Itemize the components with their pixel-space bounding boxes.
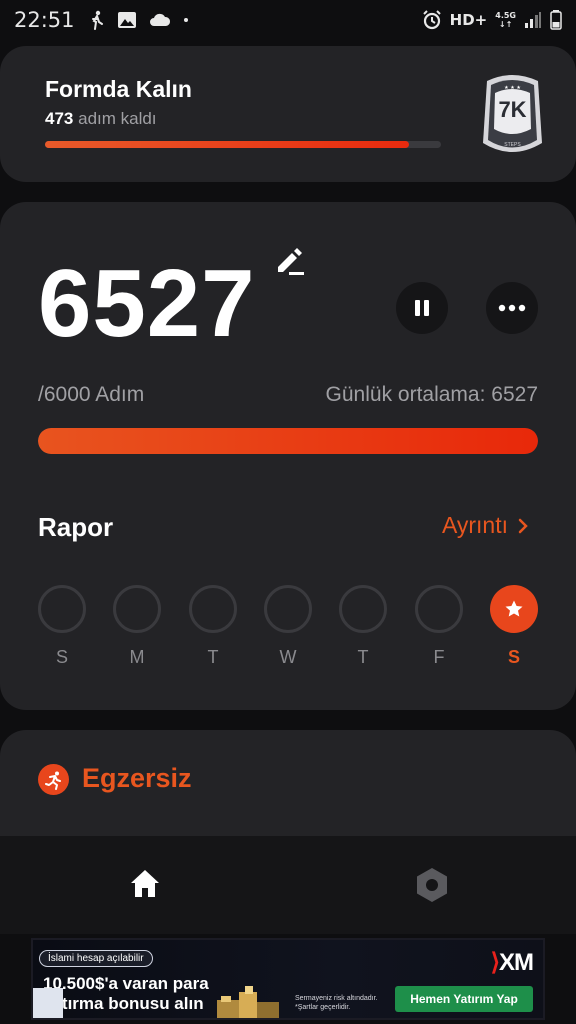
bottom-nav — [0, 836, 576, 934]
battery-icon — [550, 10, 562, 30]
day-label: T — [207, 647, 219, 667]
dot-icon — [183, 18, 188, 22]
status-bar: 22:51 HD+ 4.5G ↓↑ — [0, 0, 576, 40]
ad-headline-line1: 10.500$'a varan para — [43, 974, 209, 993]
day-label: S — [55, 647, 68, 667]
network-type: 4.5G ↓↑ — [495, 11, 516, 29]
cloud-icon — [149, 13, 170, 26]
day-circle[interactable] — [415, 585, 463, 633]
goal-card[interactable]: Formda Kalın 473 adım kaldı ★ ★ ★ 7K STE… — [0, 46, 576, 182]
image-icon — [117, 12, 136, 28]
goal-title: Formda Kalın — [45, 76, 192, 102]
day-label: T — [357, 647, 369, 667]
report-title: Rapor — [38, 512, 114, 542]
day-circle[interactable] — [490, 585, 538, 633]
edit-icon[interactable] — [275, 246, 307, 276]
pause-icon — [415, 300, 429, 316]
settings-icon[interactable] — [413, 866, 451, 904]
day-circle[interactable] — [113, 585, 161, 633]
steps-badge[interactable]: ★ ★ ★ 7K STEPS — [481, 71, 544, 157]
day-label: W — [279, 647, 297, 667]
ad-cta-button[interactable]: Hemen Yatırım Yap — [395, 986, 533, 1012]
day-label: F — [433, 647, 445, 667]
ad-close-corner[interactable] — [33, 988, 63, 1018]
pause-button[interactable] — [396, 282, 448, 334]
report-details-label: Ayrıntı — [441, 512, 508, 538]
goal-remaining-label: adım kaldı — [78, 109, 157, 128]
day-label: S — [507, 647, 520, 667]
report-details-link[interactable]: Ayrıntı — [442, 512, 528, 539]
day-label: M — [129, 647, 145, 667]
walk-icon — [91, 10, 103, 30]
status-time: 22:51 — [14, 8, 75, 32]
ad-headline: 10.500$'a varan para yatırma bonusu alın — [43, 974, 209, 1014]
day-circle[interactable] — [264, 585, 312, 633]
ad-banner[interactable]: İslami hesap açılabilir 10.500$'a varan … — [31, 938, 545, 1020]
chevron-right-icon — [518, 518, 528, 533]
network-label: HD+ — [449, 11, 488, 29]
steps-progress-fill — [38, 428, 538, 454]
day-circle[interactable] — [189, 585, 237, 633]
step-count: 6527 — [38, 250, 256, 357]
steps-card: 6527 /6000 Adım Günlük ortalama: 6527 Ra… — [0, 202, 576, 710]
goal-remaining: 473 adım kaldı — [45, 109, 157, 129]
steps-progress-track — [38, 428, 538, 454]
more-button[interactable] — [486, 282, 538, 334]
ad-headline-line2: yatırma bonusu alın — [43, 994, 204, 1013]
run-icon — [38, 764, 69, 795]
badge-sub: STEPS — [504, 142, 521, 148]
ad-disclaimer: Sermayeniz risk altındadır. *Şartlar geç… — [295, 995, 378, 1011]
day-circle[interactable] — [38, 585, 86, 633]
step-target: /6000 Adım — [38, 383, 145, 406]
goal-remaining-value: 473 — [45, 109, 74, 128]
star-icon — [505, 600, 523, 617]
badge-text: 7K — [498, 97, 526, 122]
exercise-title: Egzersiz — [82, 763, 192, 793]
daily-average: Günlük ortalama: 6527 — [325, 383, 538, 406]
badge-icon: ★ ★ ★ 7K STEPS — [483, 75, 542, 152]
home-icon[interactable] — [127, 866, 163, 902]
goal-progress-track — [45, 141, 441, 148]
ad-pill: İslami hesap açılabilir — [39, 950, 153, 967]
more-icon — [498, 304, 526, 312]
alarm-icon — [422, 10, 441, 30]
badge-stars: ★ ★ ★ — [504, 85, 521, 91]
goal-progress-fill — [45, 141, 410, 148]
signal-icon — [525, 12, 541, 28]
gold-bars-image — [217, 986, 279, 1018]
day-circle[interactable] — [339, 585, 387, 633]
ad-logo: ⟩XM — [490, 949, 534, 976]
